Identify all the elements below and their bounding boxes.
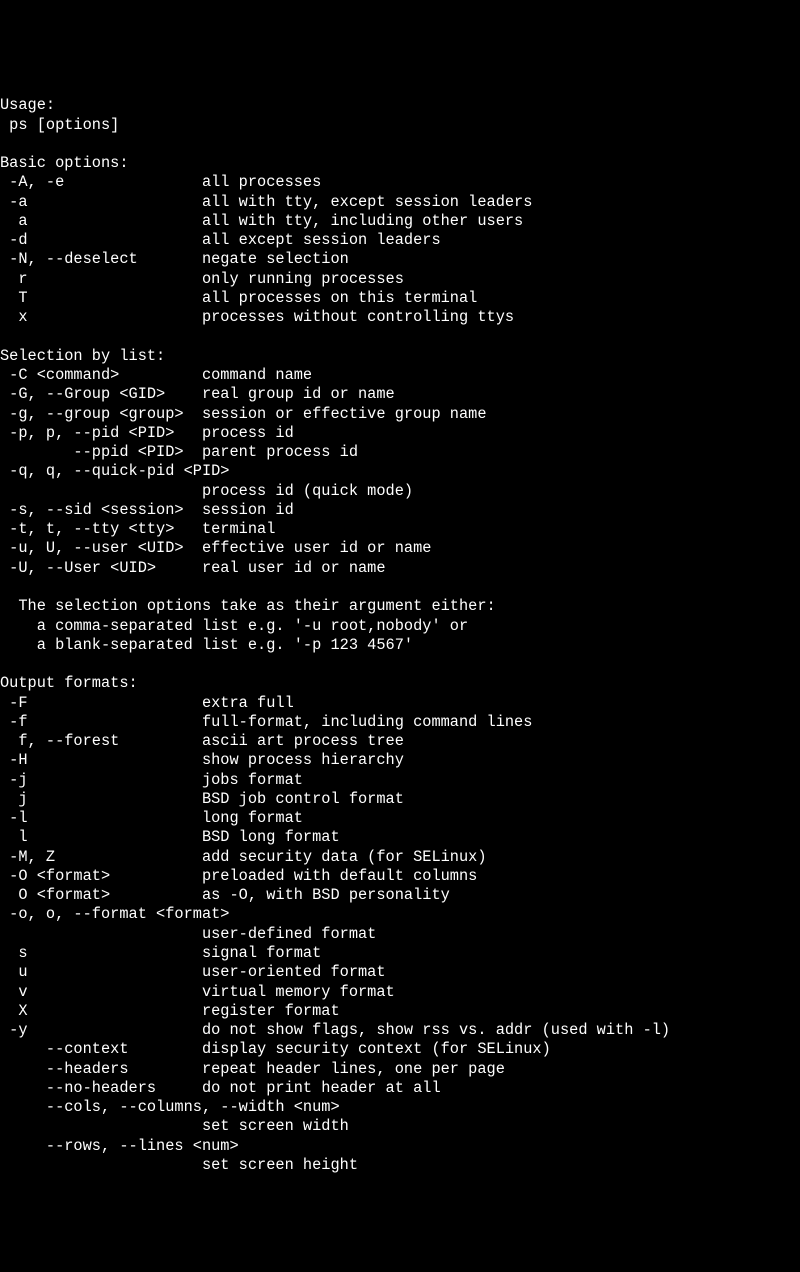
terminal-line: f, --forest ascii art process tree [0,732,800,751]
terminal-line: --no-headers do not print header at all [0,1079,800,1098]
terminal-line: --cols, --columns, --width <num> [0,1098,800,1117]
terminal-line: The selection options take as their argu… [0,597,800,616]
terminal-output: Usage: ps [options] Basic options: -A, -… [0,96,800,1175]
terminal-line: Output formats: [0,674,800,693]
terminal-line: r only running processes [0,270,800,289]
terminal-line: -A, -e all processes [0,173,800,192]
terminal-line: a all with tty, including other users [0,212,800,231]
terminal-line: -C <command> command name [0,366,800,385]
terminal-line: v virtual memory format [0,983,800,1002]
terminal-line: -d all except session leaders [0,231,800,250]
terminal-line: -t, t, --tty <tty> terminal [0,520,800,539]
terminal-line [0,135,800,154]
terminal-line [0,578,800,597]
terminal-line: process id (quick mode) [0,482,800,501]
terminal-line: a comma-separated list e.g. '-u root,nob… [0,617,800,636]
terminal-line: j BSD job control format [0,790,800,809]
terminal-line: -U, --User <UID> real user id or name [0,559,800,578]
terminal-line: Basic options: [0,154,800,173]
terminal-line: -M, Z add security data (for SELinux) [0,848,800,867]
terminal-line: -j jobs format [0,771,800,790]
terminal-line: set screen width [0,1117,800,1136]
terminal-line: --context display security context (for … [0,1040,800,1059]
terminal-line: --rows, --lines <num> [0,1137,800,1156]
terminal-line: set screen height [0,1156,800,1175]
terminal-line: x processes without controlling ttys [0,308,800,327]
terminal-line: O <format> as -O, with BSD personality [0,886,800,905]
terminal-line: -o, o, --format <format> [0,905,800,924]
terminal-line: -g, --group <group> session or effective… [0,405,800,424]
terminal-line: user-defined format [0,925,800,944]
terminal-line: l BSD long format [0,828,800,847]
terminal-line: -p, p, --pid <PID> process id [0,424,800,443]
terminal-line [0,655,800,674]
terminal-line: -G, --Group <GID> real group id or name [0,385,800,404]
terminal-line: --headers repeat header lines, one per p… [0,1060,800,1079]
terminal-line: Selection by list: [0,347,800,366]
terminal-line [0,328,800,347]
terminal-line: -F extra full [0,694,800,713]
terminal-line: X register format [0,1002,800,1021]
terminal-line: Usage: [0,96,800,115]
terminal-line: -O <format> preloaded with default colum… [0,867,800,886]
terminal-line: -N, --deselect negate selection [0,250,800,269]
terminal-line: -f full-format, including command lines [0,713,800,732]
terminal-line: -l long format [0,809,800,828]
terminal-line: s signal format [0,944,800,963]
terminal-line: -a all with tty, except session leaders [0,193,800,212]
terminal-line: -H show process hierarchy [0,751,800,770]
terminal-line: u user-oriented format [0,963,800,982]
terminal-line: ps [options] [0,116,800,135]
terminal-line: T all processes on this terminal [0,289,800,308]
terminal-line: --ppid <PID> parent process id [0,443,800,462]
terminal-line: -q, q, --quick-pid <PID> [0,462,800,481]
terminal-line: -s, --sid <session> session id [0,501,800,520]
terminal-line: -y do not show flags, show rss vs. addr … [0,1021,800,1040]
terminal-line: a blank-separated list e.g. '-p 123 4567… [0,636,800,655]
terminal-line: -u, U, --user <UID> effective user id or… [0,539,800,558]
